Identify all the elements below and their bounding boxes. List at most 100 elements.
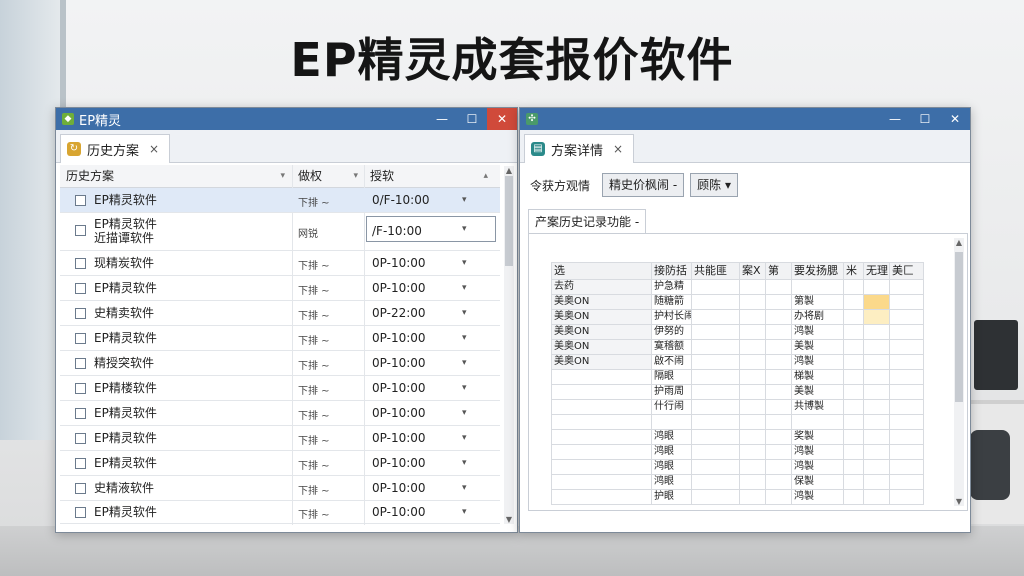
sheet-cell[interactable]: [691, 414, 740, 430]
table-row[interactable]: EP精灵软件 下排 ~ 0P-10:00 ▾: [60, 501, 500, 524]
sheet-cell[interactable]: [843, 384, 864, 400]
sheet-cell[interactable]: [889, 324, 924, 340]
sheet-cell[interactable]: 伊努的: [651, 324, 692, 340]
row-sort[interactable]: 下排 ~: [298, 357, 330, 372]
dropdown-arrow-icon[interactable]: ▾: [462, 383, 467, 393]
row-checkbox[interactable]: [75, 507, 86, 518]
close-button[interactable]: ✕: [487, 108, 517, 130]
sheet-cell-highlighted[interactable]: [863, 294, 890, 310]
sheet-cell[interactable]: [691, 489, 740, 505]
sheet-cell[interactable]: 护眼: [651, 489, 692, 505]
sheet-cell[interactable]: 鸿製: [791, 444, 844, 460]
sheet-cell[interactable]: [765, 294, 792, 310]
sheet-cell[interactable]: 奖製: [791, 429, 844, 445]
sheet-cell[interactable]: [765, 399, 792, 415]
sheet-cell[interactable]: [843, 429, 864, 445]
table-row[interactable]: EP精灵软件 下排 ~ 0P-10:00 ▾: [60, 451, 500, 476]
row-checkbox[interactable]: [75, 258, 86, 269]
sheet-cell[interactable]: [889, 414, 924, 430]
minimize-button[interactable]: —: [880, 108, 910, 130]
sheet-header-cell[interactable]: 要发扬腮: [791, 262, 844, 280]
dropdown-arrow-icon[interactable]: ▾: [462, 507, 467, 517]
row-sort[interactable]: 下排 ~: [298, 194, 330, 209]
sheet-cell[interactable]: [863, 339, 890, 355]
sheet-cell[interactable]: 美奥ON: [551, 339, 652, 355]
sheet-cell[interactable]: [791, 279, 844, 295]
sheet-cell[interactable]: 护急精: [651, 279, 692, 295]
sheet-cell[interactable]: [691, 474, 740, 490]
row-checkbox[interactable]: [75, 225, 86, 236]
dropdown-arrow-icon[interactable]: ▾: [462, 283, 467, 293]
column-header-scheme[interactable]: 历史方案 ▾: [66, 165, 291, 187]
row-sort[interactable]: 下排 ~: [298, 432, 330, 447]
maximize-button[interactable]: ☐: [910, 108, 940, 130]
sheet-cell[interactable]: [765, 309, 792, 325]
sheet-cell[interactable]: [889, 354, 924, 370]
sheet-cell[interactable]: [739, 279, 766, 295]
sheet-cell[interactable]: [765, 414, 792, 430]
sheet-cell[interactable]: [889, 444, 924, 460]
sheet-cell[interactable]: 美奥ON: [551, 294, 652, 310]
sheet-cell[interactable]: [691, 369, 740, 385]
row-sort[interactable]: 下排 ~: [298, 382, 330, 397]
sheet-cell[interactable]: 鸿眼: [651, 429, 692, 445]
row-checkbox[interactable]: [75, 333, 86, 344]
table-row[interactable]: 精授突软件 下排 ~ 0P-10:00 ▾: [60, 351, 500, 376]
sheet-cell[interactable]: [863, 489, 890, 505]
sheet-cell[interactable]: 护雨周: [651, 384, 692, 400]
sheet-cell[interactable]: [889, 309, 924, 325]
sheet-cell[interactable]: [739, 414, 766, 430]
sheet-cell[interactable]: 鸿製: [791, 324, 844, 340]
sheet-cell[interactable]: [765, 279, 792, 295]
sheet-cell[interactable]: [551, 414, 652, 430]
sheet-cell[interactable]: 美奥ON: [551, 354, 652, 370]
sheet-cell[interactable]: [843, 414, 864, 430]
sheet-cell[interactable]: [691, 294, 740, 310]
sheet-cell[interactable]: 鸿製: [791, 459, 844, 475]
row-checkbox[interactable]: [75, 458, 86, 469]
tab-history[interactable]: ↻ 历史方案 ×: [60, 134, 171, 163]
sheet-cell[interactable]: [843, 489, 864, 505]
sheet-cell[interactable]: 共博製: [791, 399, 844, 415]
sheet-cell[interactable]: 随糖箭: [651, 294, 692, 310]
sheet-header-cell[interactable]: 第: [765, 262, 792, 280]
sheet-header-cell[interactable]: 美匚: [889, 262, 924, 280]
sheet-cell[interactable]: [863, 354, 890, 370]
sheet-cell[interactable]: [739, 309, 766, 325]
sheet-cell[interactable]: [843, 474, 864, 490]
sheet-cell[interactable]: [739, 369, 766, 385]
row-checkbox[interactable]: [75, 383, 86, 394]
sheet-cell[interactable]: 美奥ON: [551, 324, 652, 340]
sheet-cell[interactable]: [863, 369, 890, 385]
tab-details[interactable]: ▤ 方案详情 ×: [524, 134, 635, 163]
sheet-cell[interactable]: [765, 474, 792, 490]
sheet-cell[interactable]: [691, 399, 740, 415]
sheet-cell[interactable]: [691, 459, 740, 475]
sheet-header-cell[interactable]: 选: [551, 262, 652, 280]
sheet-header-cell[interactable]: 共能匪: [691, 262, 740, 280]
dropdown-arrow-icon[interactable]: ▾: [462, 195, 467, 205]
dropdown-arrow-icon[interactable]: ▾: [462, 224, 467, 234]
sheet-cell[interactable]: [843, 294, 864, 310]
dropdown-arrow-icon[interactable]: ▾: [462, 433, 467, 443]
vertical-scrollbar[interactable]: ▲ ▼: [504, 166, 514, 524]
sheet-cell[interactable]: 鸿製: [791, 354, 844, 370]
sheet-cell[interactable]: 鸿製: [791, 489, 844, 505]
sheet-cell[interactable]: [843, 309, 864, 325]
tab-close-icon[interactable]: ×: [149, 142, 159, 156]
sheet-cell[interactable]: [863, 324, 890, 340]
sheet-cell[interactable]: [691, 354, 740, 370]
sheet-cell[interactable]: [691, 309, 740, 325]
dropdown-arrow-icon[interactable]: ▾: [462, 308, 467, 318]
row-checkbox[interactable]: [75, 483, 86, 494]
sheet-cell[interactable]: 护村长闹: [651, 309, 692, 325]
row-sort[interactable]: 下排 ~: [298, 407, 330, 422]
sheet-cell[interactable]: [691, 324, 740, 340]
row-checkbox[interactable]: [75, 283, 86, 294]
sheet-cell[interactable]: 鸿眼: [651, 474, 692, 490]
sheet-cell[interactable]: [691, 444, 740, 460]
sheet-cell[interactable]: [889, 339, 924, 355]
scrollbar-thumb[interactable]: [505, 176, 513, 266]
table-row[interactable]: EP精灵软件 近描谭软件 网锐 /F-10:00 ▾: [60, 213, 500, 251]
sheet-cell[interactable]: [843, 369, 864, 385]
